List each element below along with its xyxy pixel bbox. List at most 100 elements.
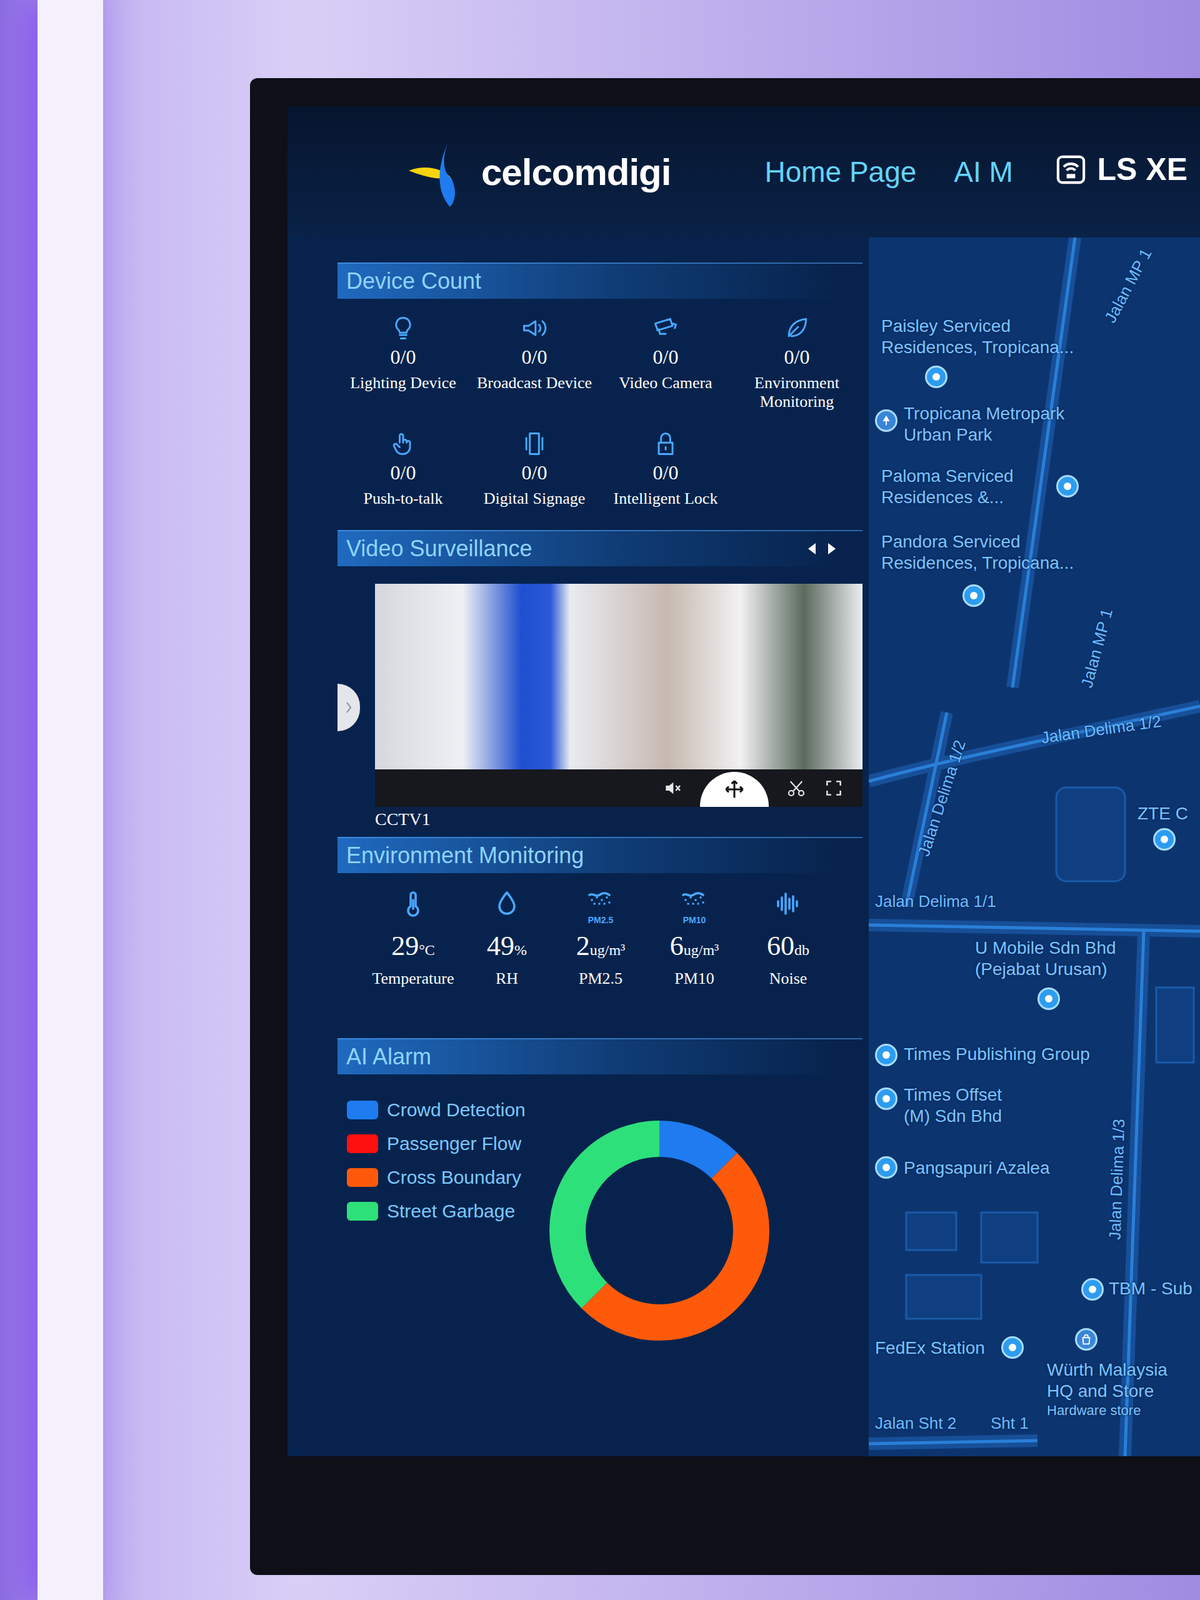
env-value-row: 29°C — [391, 930, 435, 962]
env-icon-wrap — [398, 888, 429, 927]
street-label: Jalan Sht 2 — [875, 1412, 957, 1434]
device-icon — [783, 314, 811, 342]
env-label: Temperature — [372, 969, 455, 989]
map[interactable]: Jalan MP 1Jalan MP 1Jalan Delima 1/2Jala… — [868, 237, 1200, 1457]
chevron-right-icon — [345, 700, 353, 715]
place-label[interactable]: Times Offset(M) Sdn Bhd — [903, 1084, 1002, 1127]
legend-swatch — [346, 1134, 379, 1154]
place-label[interactable]: ZTE C — [1137, 803, 1189, 825]
tree-icon — [879, 413, 894, 428]
overlay-badge[interactable]: LS XE — [1053, 151, 1188, 188]
map-pin-icon[interactable] — [925, 365, 948, 389]
legend-item[interactable]: Street Garbage — [346, 1200, 541, 1222]
legend-item[interactable]: Crowd Detection — [346, 1099, 541, 1121]
map-pin-icon[interactable] — [1037, 987, 1060, 1010]
side-handle[interactable] — [337, 683, 360, 732]
nav-item[interactable]: AI M — [953, 155, 1014, 189]
place-label[interactable]: Paloma ServicedResidences &... — [881, 465, 1014, 509]
device-item[interactable]: 0/0Push-to-talk — [337, 430, 469, 509]
previous-arrow-icon[interactable] — [806, 541, 818, 557]
device-icon — [389, 430, 417, 458]
pin-dot — [1008, 1343, 1017, 1352]
environment-grid: 29°C Temperature49%RHPM2.52ug/m³PM2.5 PM10… — [337, 873, 863, 989]
device-grid: 0/0Lighting Device0/0Broadcast Device0/0… — [337, 298, 863, 509]
speaker-icon[interactable] — [662, 778, 683, 799]
legend-label: Cross Boundary — [386, 1166, 522, 1189]
place-label[interactable]: Pandora ServicedResidences, Tropicana... — [881, 531, 1074, 574]
logo-swoosh-icon — [406, 134, 475, 210]
place-label[interactable]: Times Publishing Group — [903, 1043, 1090, 1065]
logo[interactable]: celcomdigi — [406, 134, 671, 210]
legend-item[interactable]: Cross Boundary — [346, 1166, 541, 1189]
map-pin-icon[interactable] — [875, 1043, 898, 1067]
move-arrows-icon — [723, 778, 746, 801]
device-item[interactable]: 0/0Intelligent Lock — [600, 430, 732, 509]
environment-header: Environment Monitoring — [337, 836, 863, 874]
device-item[interactable]: 0/0Video Camera — [600, 314, 732, 412]
shop-bag-icon — [1079, 1332, 1094, 1347]
map-pin-icon[interactable] — [1081, 1278, 1104, 1301]
map-pin-icon[interactable] — [962, 584, 985, 607]
map-pin-icon[interactable] — [1001, 1336, 1024, 1359]
video-frame — [375, 583, 863, 770]
fullscreen-icon[interactable] — [823, 778, 844, 799]
env-reading: PM106ug/m³PM10 — [647, 888, 742, 989]
legend-label: Street Garbage — [386, 1200, 515, 1222]
device-label: Lighting Device — [350, 373, 457, 393]
donut-segment[interactable] — [567, 1138, 752, 1323]
place-label[interactable]: U Mobile Sdn Bhd(Pejabat Urusan) — [975, 937, 1117, 980]
section-title: Environment Monitoring — [346, 842, 584, 869]
place-label[interactable]: Pangsapuri Azalea — [903, 1157, 1050, 1179]
place-label[interactable]: TBM - Sub — [1108, 1278, 1193, 1300]
video-controls — [375, 769, 863, 807]
camera-label: CCTV1 — [368, 806, 863, 832]
next-arrow-icon[interactable] — [826, 541, 838, 557]
map-pin-icon[interactable] — [1153, 828, 1176, 851]
pin-dot — [1160, 835, 1169, 844]
legend-item[interactable]: Passenger Flow — [346, 1133, 541, 1155]
device-item[interactable]: 0/0Broadcast Device — [468, 314, 600, 412]
device-item[interactable]: 0/0Digital Signage — [468, 430, 600, 509]
env-badge: PM10 — [683, 915, 707, 925]
device-item[interactable]: 0/0Environment Monitoring — [731, 314, 863, 412]
device-value: 0/0 — [653, 345, 679, 369]
map-pin-icon[interactable] — [875, 1156, 898, 1179]
video-row: CCTV1 — [337, 583, 863, 832]
chart-legend: Crowd Detection Passenger Flow Cross Bound… — [337, 1099, 541, 1350]
env-reading: 49%RH — [460, 888, 554, 989]
wall — [0, 0, 250, 1600]
place-line: Residences, Tropicana... — [881, 552, 1074, 574]
map-pin-icon[interactable] — [875, 1087, 898, 1110]
nav-item[interactable]: Home Page — [764, 155, 917, 189]
place-line: ZTE C — [1137, 803, 1189, 825]
device-item[interactable]: 0/0Lighting Device — [337, 314, 469, 412]
env-unit: ug/m³ — [683, 941, 720, 959]
place-label[interactable]: Würth MalaysiaHQ and StoreHardware store — [1046, 1359, 1168, 1420]
section-title: Video Surveillance — [346, 535, 533, 562]
device-icon — [520, 314, 549, 342]
env-icon-wrap: PM10 — [679, 888, 710, 927]
env-icon — [773, 888, 804, 919]
map-pin-icon[interactable] — [1075, 1328, 1098, 1351]
env-unit: % — [514, 941, 527, 959]
place-label[interactable]: Paisley ServicedResidences, Tropicana... — [881, 315, 1074, 359]
scissors-icon[interactable] — [786, 778, 807, 799]
place-label[interactable]: FedEx Station — [875, 1337, 985, 1359]
env-reading: PM2.52ug/m³PM2.5 — [553, 888, 648, 989]
monitor: celcomdigiHome PageAI MLS XEDevice Count… — [250, 78, 1200, 1575]
donut-segment[interactable] — [567, 1138, 752, 1323]
dashboard-column: Device Count0/0Lighting Device0/0Broadca… — [287, 237, 869, 1457]
place-line: Times Offset — [903, 1084, 1002, 1106]
ai-alarm-header: AI Alarm — [337, 1038, 863, 1075]
pin-dot — [932, 373, 940, 381]
map-pin-icon[interactable] — [1056, 475, 1079, 498]
place-label[interactable]: Tropicana MetroparkUrban Park — [903, 403, 1065, 446]
legend-swatch — [346, 1100, 379, 1120]
place-line: Times Publishing Group — [903, 1043, 1090, 1065]
donut-segment[interactable] — [567, 1138, 752, 1323]
donut-segment[interactable] — [567, 1138, 752, 1323]
move-button[interactable] — [700, 771, 769, 807]
map-pin-icon[interactable] — [875, 409, 898, 432]
donut-chart — [540, 1111, 779, 1350]
env-label: PM2.5 — [578, 969, 623, 989]
